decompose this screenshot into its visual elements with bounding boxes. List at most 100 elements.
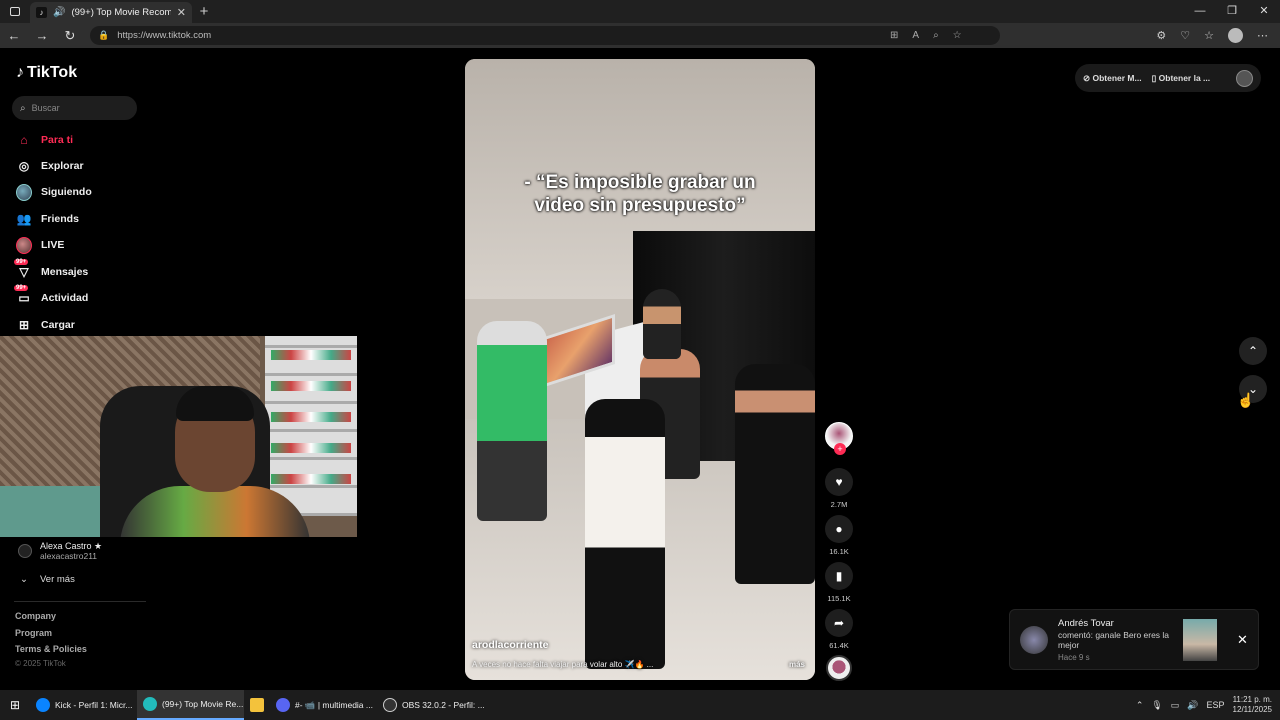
taskbar-item-label: Kick - Perfil 1: Micr... [55, 700, 133, 710]
browser-tab-active[interactable]: ♪ 🔊 (99+) Top Movie Recommend... ✕ [30, 2, 192, 23]
more-button[interactable]: más [789, 660, 805, 669]
minimize-button[interactable]: — [1184, 0, 1216, 23]
workspaces-icon[interactable] [0, 0, 30, 23]
sidebar-item-friends[interactable]: 👥 Friends [16, 211, 79, 227]
comment-icon: ● [825, 515, 853, 543]
microphone-icon[interactable]: 🎙 [1151, 700, 1162, 711]
user-avatar[interactable] [1236, 69, 1253, 87]
video-player[interactable]: - “Es imposible grabar un video sin pres… [465, 59, 815, 680]
compass-icon: ◎ [18, 159, 30, 173]
address-bar[interactable]: 🔒 https://www.tiktok.com [90, 26, 1000, 45]
browser-toolbar: ← → ↻ 🔒 https://www.tiktok.com ⊞ A ⌕ ☆ ⚙… [0, 23, 1280, 48]
save-count: 115.1K [827, 594, 851, 603]
browser-tabbar: ♪ 🔊 (99+) Top Movie Recommend... ✕ + — ❐… [0, 0, 1280, 23]
music-disc[interactable] [824, 655, 854, 681]
extension-area: ⚙ ♡ ☆ ⋯ [1156, 28, 1280, 43]
like-count: 2.7M [830, 500, 848, 509]
sidebar-item-label: Mensajes [41, 266, 89, 278]
share-button[interactable]: ➦ 61.4K [824, 609, 854, 650]
account-name: Alexa Castro ★ [40, 541, 103, 551]
sidebar-item-siguiendo[interactable]: Siguiendo [16, 183, 92, 201]
sidebar-item-live[interactable]: LIVE [16, 236, 64, 254]
top-right-bar: ⊘ Obtener M... ▯ Obtener la ... [1075, 64, 1261, 92]
messages-icon: ▽ 99+ [14, 259, 29, 279]
share-count: 61.4K [829, 641, 849, 650]
back-button[interactable]: ← [0, 28, 28, 43]
new-tab-button[interactable]: + [192, 3, 216, 20]
webcam-overlay [0, 336, 357, 537]
tray-chevron-icon[interactable]: ⌃ [1136, 700, 1144, 711]
video-author[interactable]: arodlacorriente [472, 639, 548, 651]
copyright: © 2025 TikTok [15, 659, 66, 668]
reload-button[interactable]: ↻ [56, 28, 84, 44]
system-tray: ⌃ 🎙 ▭ 🔊 ESP 11:21 p. m. 12/11/2025 [1136, 695, 1280, 715]
edge-icon [143, 697, 157, 711]
restore-button[interactable]: ❐ [1216, 0, 1248, 23]
footer-link-program[interactable]: Program [15, 628, 52, 638]
video-person [585, 399, 665, 669]
footer-link-terms[interactable]: Terms & Policies [15, 644, 87, 654]
zoom-icon[interactable]: ⌕ [933, 30, 939, 41]
speaker-icon[interactable]: 🔊 [53, 7, 65, 18]
favorites-icon[interactable]: ☆ [1204, 29, 1214, 42]
windows-start-icon[interactable]: ⊞ [0, 698, 30, 712]
previous-video-button[interactable]: ⌃ [1239, 337, 1267, 365]
save-button[interactable]: ▮ 115.1K [824, 562, 854, 603]
taskbar-item-explorer[interactable] [244, 698, 270, 712]
following-avatar-icon [16, 183, 32, 201]
hand-cursor-icon: ☝ [1237, 392, 1255, 408]
profile-avatar[interactable] [1228, 28, 1243, 43]
video-overlay-text: - “Es imposible grabar un video sin pres… [465, 171, 815, 217]
close-icon[interactable]: ✕ [1237, 632, 1248, 648]
sidebar-item-label: Cargar [41, 319, 75, 331]
volume-icon[interactable]: 🔊 [1187, 700, 1198, 711]
lock-icon[interactable]: 🔒 [98, 30, 109, 41]
follow-plus-icon[interactable]: + [834, 443, 846, 455]
network-icon[interactable]: ▭ [1171, 700, 1180, 711]
forward-button[interactable]: → [28, 28, 56, 43]
app-available-icon[interactable]: ⊞ [890, 30, 898, 41]
ver-mas-label: Ver más [39, 574, 75, 585]
favorite-star-icon[interactable]: ☆ [953, 30, 962, 41]
sidebar-item-para-ti[interactable]: ⌂ Para ti [16, 132, 73, 148]
video-description: A veces no hace falta viajar para volar … [472, 660, 654, 669]
taskbar-item-label: #- 📹 | multimedia ... [295, 699, 373, 710]
language-indicator[interactable]: ESP [1207, 700, 1225, 710]
divider [14, 601, 146, 602]
sidebar-item-label: Para ti [41, 134, 74, 146]
comment-button[interactable]: ● 16.1K [824, 515, 854, 556]
comment-notification[interactable]: Andrés Tovar comentó: ganale Bero eres l… [1009, 609, 1259, 670]
creator-avatar[interactable]: + [824, 422, 854, 455]
extensions-icon[interactable]: ⚙ [1156, 29, 1166, 42]
sidebar-item-mensajes[interactable]: ▽ 99+ Mensajes [14, 259, 89, 280]
like-button[interactable]: ♥ 2.7M [824, 468, 854, 509]
search-icon: ⌕ [20, 102, 26, 114]
following-account-row[interactable]: Alexa Castro ★ alexacastro211 [18, 541, 102, 561]
overlay-line-2: video sin presupuesto” [534, 195, 746, 216]
browser-essentials-icon[interactable]: ♡ [1180, 29, 1190, 42]
read-aloud-icon[interactable]: A [912, 30, 919, 41]
search-input[interactable] [31, 103, 122, 113]
sidebar-item-actividad[interactable]: ▭ 99+ Actividad [14, 285, 88, 306]
menu-dots-icon[interactable]: ⋯ [1257, 29, 1268, 42]
ver-mas-button[interactable]: ⌄ Ver más [20, 574, 75, 585]
sidebar-item-cargar[interactable]: ⊞ Cargar [16, 317, 75, 333]
clock[interactable]: 11:21 p. m. 12/11/2025 [1233, 695, 1272, 715]
taskbar-item-obs[interactable]: OBS 32.0.2 - Perfil: ... [377, 690, 484, 720]
get-coins-label: Obtener M... [1092, 72, 1142, 83]
chevron-up-icon: ⌃ [1247, 344, 1259, 358]
close-tab-icon[interactable]: ✕ [177, 6, 186, 19]
chevron-down-icon: ⌄ [20, 574, 28, 585]
get-app-button[interactable]: ▯ Obtener la ... [1152, 73, 1211, 84]
sidebar-item-explorar[interactable]: ◎ Explorar [16, 158, 84, 174]
get-coins-button[interactable]: ⊘ Obtener M... [1083, 73, 1142, 84]
close-window-button[interactable]: ✕ [1248, 0, 1280, 23]
tiktok-logo[interactable]: ♪ TikTok [16, 64, 77, 82]
taskbar-item-tiktok[interactable]: (99+) Top Movie Re... [137, 690, 244, 720]
taskbar-item-kick[interactable]: Kick - Perfil 1: Micr... [30, 690, 137, 720]
window-controls: — ❐ ✕ [1184, 0, 1280, 23]
folder-icon [250, 698, 264, 712]
taskbar-item-discord[interactable]: #- 📹 | multimedia ... [270, 690, 377, 720]
search-box[interactable]: ⌕ [12, 96, 137, 120]
footer-link-company[interactable]: Company [15, 611, 56, 621]
